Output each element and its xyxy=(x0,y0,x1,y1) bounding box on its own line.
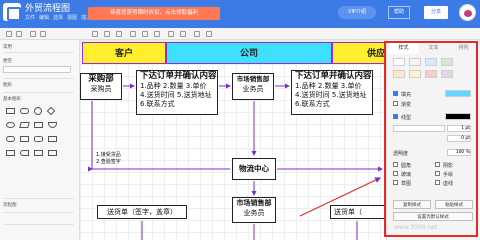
insert-icon[interactable] xyxy=(194,31,200,37)
table-icon[interactable] xyxy=(206,31,212,37)
node-line: 4.送货时间 5.送货地址 xyxy=(295,91,367,99)
vip-button[interactable]: VIP介绍 xyxy=(338,6,376,19)
divider xyxy=(4,198,74,199)
receive-step-2: 2.查验签字 xyxy=(96,159,121,165)
parallelogram-shape[interactable] xyxy=(19,122,30,128)
node-line: 6.联系方式 xyxy=(295,100,330,108)
database-shape[interactable] xyxy=(34,136,43,142)
manual-input-shape[interactable] xyxy=(6,150,15,156)
node-title: 采购部 xyxy=(88,74,114,84)
watermark: www.3000.net xyxy=(394,224,438,231)
delete-icon[interactable] xyxy=(92,31,98,37)
share-button[interactable]: 分享 xyxy=(424,6,448,19)
document-title[interactable]: 外贸流程图 xyxy=(25,1,70,14)
library-section-notes[interactable]: 便签 xyxy=(3,58,12,64)
node-line: 4.送货时间 5.送货地址 xyxy=(140,91,212,99)
delay-shape[interactable] xyxy=(20,150,29,156)
top-bar: 外贸流程图 文件编辑选择视图插入帮助 恭喜您获得限时折扣，点击领取福利 VIP介… xyxy=(0,0,480,28)
library-section-flowchart[interactable]: 流程图 xyxy=(3,202,17,208)
lane-supplier[interactable]: 供应 xyxy=(332,42,388,64)
menu-select[interactable]: 选择 xyxy=(53,15,63,21)
library-section-common[interactable]: 常用 xyxy=(3,44,12,50)
node-role: 采购员 xyxy=(90,85,112,93)
zoom-out-icon[interactable] xyxy=(30,31,36,37)
delivery-note-right[interactable]: 送货单（ xyxy=(330,205,386,219)
order-info-node[interactable]: 下达订单并确认内容 1.品种 2.数量 3.单价 4.送货时间 5.送货地址 6… xyxy=(136,70,218,115)
data-shape[interactable] xyxy=(20,136,29,142)
annotation-highlight-box xyxy=(384,41,478,237)
waypoint-icon[interactable] xyxy=(180,31,186,37)
subprocess-shape[interactable] xyxy=(34,150,43,156)
connector-icon[interactable] xyxy=(168,31,174,37)
document-shape[interactable] xyxy=(48,122,57,128)
shape-search-input[interactable] xyxy=(3,66,71,73)
sales-dept-node-2[interactable]: 市场销售部 业务员 xyxy=(232,197,276,223)
preparation-shape[interactable] xyxy=(48,150,57,156)
node-title: 市场销售部 xyxy=(236,75,270,83)
library-section-shapes[interactable]: 图形 xyxy=(3,82,12,88)
node-title: 下达订单并确认内容 xyxy=(295,71,372,81)
logistics-center-node[interactable]: 物流中心 xyxy=(232,158,276,180)
undo-icon[interactable] xyxy=(6,31,12,37)
node-role: 业务员 xyxy=(242,85,264,93)
rounded-rect-shape[interactable] xyxy=(20,108,29,114)
node-title: 下达订单并确认内容 xyxy=(140,71,217,81)
rectangle-shape[interactable] xyxy=(6,108,15,114)
promo-banner[interactable]: 恭喜您获得限时折扣，点击领取福利 xyxy=(88,7,220,20)
app-window: 外贸流程图 文件编辑选择视图插入帮助 恭喜您获得限时折扣，点击领取福利 VIP介… xyxy=(0,0,480,240)
delivery-note-left[interactable]: 送货单（签字，盖章） xyxy=(97,205,187,219)
node-line: 1.品种 2.数量 3.单价 xyxy=(295,82,362,90)
diamond-shape[interactable] xyxy=(46,106,56,116)
app-logo-icon xyxy=(3,3,21,21)
purchase-dept-node[interactable]: 采购部 采购员 xyxy=(80,73,122,100)
lane-customer[interactable]: 客户 xyxy=(82,42,166,64)
lane-company[interactable]: 公司 xyxy=(166,42,332,64)
fill-color-icon[interactable] xyxy=(130,31,136,37)
toolbar xyxy=(0,28,480,40)
order-info-node-2[interactable]: 下达订单并确认内容 1.品种 2.数量 3.单价 4.送货时间 5.送货地址 6… xyxy=(291,70,373,115)
line-color-icon[interactable] xyxy=(142,31,148,37)
divider xyxy=(4,52,74,53)
divider xyxy=(4,92,74,93)
library-section-basic[interactable]: 基本图形 xyxy=(3,96,21,102)
receive-step-1: 1.接受货品 xyxy=(96,152,121,158)
sales-dept-node[interactable]: 市场销售部 业务员 xyxy=(232,73,274,100)
zoom-in-icon[interactable] xyxy=(40,31,46,37)
ellipse-shape[interactable] xyxy=(6,122,15,128)
avatar[interactable] xyxy=(459,4,476,21)
card-shape[interactable] xyxy=(48,136,57,142)
divider xyxy=(4,212,74,213)
node-role: 业务员 xyxy=(243,209,265,217)
menu-view[interactable]: 视图 xyxy=(67,15,77,21)
node-line: 1.品种 2.数量 3.单价 xyxy=(140,82,207,90)
menu-file[interactable]: 文件 xyxy=(25,15,35,21)
divider xyxy=(4,78,74,79)
shape-library-sidebar: 常用 便签 图形 基本图形 流程图 xyxy=(0,40,80,240)
circle-shape[interactable] xyxy=(34,107,42,115)
process-shape[interactable] xyxy=(34,122,43,128)
redo-icon[interactable] xyxy=(16,31,22,37)
menu-edit[interactable]: 编辑 xyxy=(39,15,49,21)
front-icon[interactable] xyxy=(104,31,110,37)
shadow-icon[interactable] xyxy=(154,31,160,37)
divider xyxy=(4,224,74,225)
node-line: 6.联系方式 xyxy=(140,100,175,108)
terminator-shape[interactable] xyxy=(6,136,15,142)
node-title: 市场销售部 xyxy=(236,199,272,207)
back-icon[interactable] xyxy=(116,31,122,37)
help-button[interactable]: 帮助 xyxy=(388,6,410,19)
